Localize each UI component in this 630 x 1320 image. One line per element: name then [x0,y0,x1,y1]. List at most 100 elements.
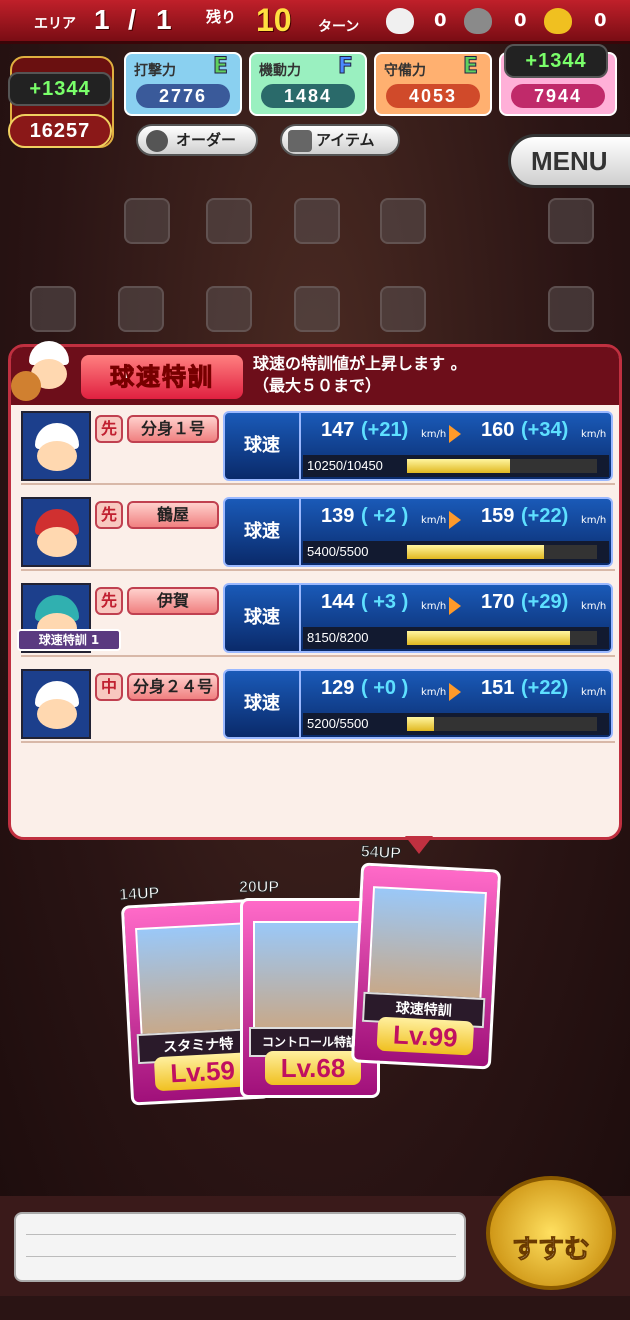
stat-defense: 守備力 E 4053 [374,52,492,116]
stat-value: 4053 [386,84,480,108]
message-box [14,1212,466,1282]
progress-track: 10250/10450 [303,455,609,477]
panel-header: 球速特訓 球速の特訓値が上昇します 。 （最大５０まで） [11,341,619,405]
player-row[interactable]: 中 分身２４号 球速 129 ( +0 ) km/h 151 (+22) km/… [21,667,615,743]
turns-value: 10 [256,2,292,38]
area-current: 1 [94,4,110,35]
white-bag-icon [386,8,414,34]
card-image [367,886,487,1002]
progress-bar [407,717,597,731]
bonus-bubble-left: +1344 [8,72,112,106]
progress-track: 5200/5500 [303,713,609,735]
card-image [253,921,367,1031]
order-button[interactable]: オーダー [136,124,258,156]
player-portrait [21,669,91,739]
stat-type: 球速 [225,413,301,479]
panel-pointer [405,836,433,854]
current-speed: 144 [321,591,355,613]
board-tile [124,198,170,244]
stat-rank: E [462,54,478,80]
speed-unit: km/h [581,429,607,440]
player-row[interactable]: 先 分身１号 球速 147 (+21) km/h 160 (+34) km/h … [21,409,615,485]
progress-text: 10250/10450 [307,458,383,473]
board-tile [380,198,426,244]
arrow-right-icon [449,597,461,615]
progress-text: 5200/5500 [307,716,369,731]
card-level: Lv.59 [153,1052,252,1092]
next-speed: 170 [481,591,515,613]
next-delta: (+22) [521,505,569,527]
speed-unit: km/h [581,515,607,526]
player-row[interactable]: 球速特訓 1 先 伊賀 球速 144 ( +3 ) km/h 170 (+29)… [17,581,615,657]
position-badge: 中 [95,673,123,701]
item-button[interactable]: アイテム [280,124,400,156]
card-up-label: 14UP [118,884,160,904]
stat-value: 7944 [511,84,605,108]
board-tile [294,198,340,244]
player-name: 分身１号 [127,415,219,443]
current-delta: (+21) [361,419,409,441]
board-tile [548,286,594,332]
speed-unit: km/h [421,687,447,698]
panel-title: 球速特訓 [81,355,243,399]
turns-unit: ターン [318,19,360,35]
board-tile [118,286,164,332]
training-card-selected[interactable]: 54UP 球速特訓 Lv.99 [350,843,502,1070]
progress-track: 5400/5500 [303,541,609,563]
arrow-right-icon [449,511,461,529]
card-up-label: 54UP [360,843,402,863]
current-speed: 147 [321,419,355,441]
training-panel: 球速特訓 球速の特訓値が上昇します 。 （最大５０まで） 先 分身１号 球速 1… [8,341,622,840]
stat-value: 1484 [261,84,355,108]
bag-icon [288,130,312,152]
board-tile [548,198,594,244]
position-badge: 先 [95,587,123,615]
player-row[interactable]: 先 鶴屋 球速 139 ( +2 ) km/h 159 (+22) km/h 5… [21,495,615,571]
white-bag-count: 0 [434,10,447,31]
stat-type: 球速 [225,499,301,565]
area-separator: / [128,4,136,35]
gold-bag-count: 0 [594,10,607,31]
next-delta: (+29) [521,591,569,613]
speed-stat-panel: 球速 129 ( +0 ) km/h 151 (+22) km/h 5200/5… [223,669,613,739]
stat-rank: E [212,54,228,80]
card-level: Lv.99 [376,1016,475,1056]
progress-bar [407,459,597,473]
area-total: 1 [156,4,172,35]
speed-unit: km/h [421,601,447,612]
progress-bar [407,545,597,559]
current-delta: ( +2 ) [361,505,409,527]
gold-bag-icon [544,8,572,34]
next-delta: (+22) [521,677,569,699]
stat-label: 打撃力 [134,63,176,79]
bat-icon [146,130,168,152]
card-image [135,922,255,1038]
player-portrait [21,411,91,481]
board-tile [206,198,252,244]
description-line1: 球速の特訓値が上昇します 。 [253,354,467,373]
go-button[interactable]: すすむ [486,1176,616,1290]
next-speed: 159 [481,505,515,527]
order-label: オーダー [176,131,237,149]
board-tile [206,286,252,332]
training-tag: 球速特訓 1 [17,629,121,651]
stat-value: 2776 [136,84,230,108]
card-level: Lv.68 [265,1051,361,1085]
current-speed: 139 [321,505,355,527]
description-line2: （最大５０まで） [253,376,382,395]
next-speed: 151 [481,677,515,699]
next-speed: 160 [481,419,515,441]
progress-fill [407,459,510,473]
position-badge: 先 [95,415,123,443]
next-delta: (+34) [521,419,569,441]
current-delta: ( +3 ) [361,591,409,613]
stat-type: 球速 [225,585,301,651]
panel-description: 球速の特訓値が上昇します 。 （最大５０まで） [253,353,467,397]
stat-mobility: 機動力 F 1484 [249,52,367,116]
stat-label: 機動力 [259,63,301,79]
player-portrait [21,497,91,567]
card-up-label: 20UP [238,879,280,897]
remaining-label: 残り [206,8,237,26]
silver-bag-count: 0 [514,10,527,31]
menu-button[interactable]: MENU [508,134,630,188]
